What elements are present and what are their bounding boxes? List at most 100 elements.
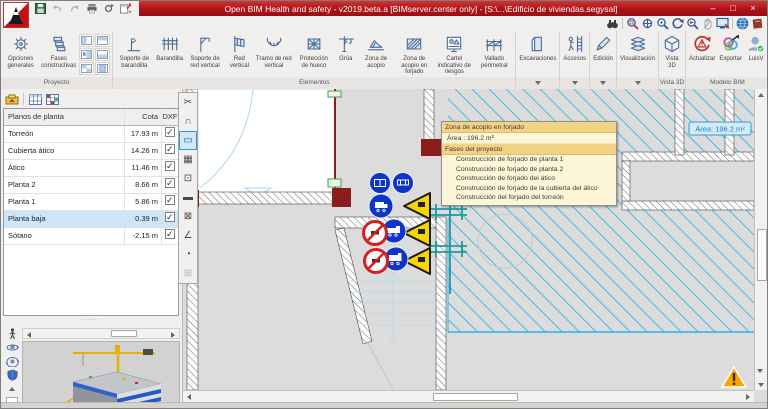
maximize-button[interactable]: □ <box>723 2 743 15</box>
table-row-selected[interactable]: Planta baja 0.39 m <box>4 209 178 228</box>
close-button[interactable]: × <box>743 2 763 15</box>
scroll-right-icon[interactable] <box>171 331 175 338</box>
dxf-checkbox[interactable] <box>165 209 175 225</box>
walk-person-icon[interactable] <box>4 327 20 341</box>
dxf-checkbox[interactable] <box>165 226 175 242</box>
horizontal-scroll-thumb[interactable] <box>433 392 518 401</box>
zoom-all-icon[interactable] <box>655 17 670 31</box>
cartel-riesgos-button[interactable]: Cartel indicativo de riesgos <box>434 32 474 77</box>
panel-splitter[interactable]: ⋅⋅⋅⋅⋅ <box>1 317 179 326</box>
visualizacion-button[interactable]: Visualización <box>618 32 657 64</box>
railing-support-marker[interactable] <box>327 90 342 98</box>
excavaciones-button[interactable]: Excavaciones <box>517 32 558 64</box>
scroll-right-icon[interactable] <box>746 393 750 400</box>
3d-preview-scrollbar[interactable] <box>22 328 180 339</box>
redo-icon[interactable] <box>67 3 82 15</box>
vista-3d-button[interactable]: Vista 3D <box>660 32 684 70</box>
ortho-icon[interactable]: ⊡ <box>179 169 197 188</box>
table-row[interactable]: Cubierta ático 14.26 m <box>4 141 178 160</box>
view-split-4-icon[interactable] <box>95 48 111 61</box>
minimize-button[interactable]: – <box>703 2 723 15</box>
edicion-button[interactable]: Edición <box>591 32 615 64</box>
fases-constructivas-button[interactable]: Fases constructivas <box>39 32 78 70</box>
zoom-window-icon[interactable] <box>625 17 640 31</box>
column-header-dxf[interactable]: DXF <box>162 109 178 125</box>
exportar-button[interactable]: Exportar <box>717 32 744 64</box>
zoom-extents-icon[interactable] <box>640 17 655 31</box>
export-window-icon[interactable] <box>118 3 133 15</box>
references-icon[interactable]: ⊞ <box>179 264 197 283</box>
redraw-icon[interactable] <box>670 17 685 31</box>
notification-dropdown[interactable] <box>757 369 763 391</box>
edit-tools-icon[interactable]: ✂ <box>179 93 197 112</box>
soporte-barandilla-button[interactable]: Soporte de barandilla <box>114 32 154 70</box>
dimension-bar-icon[interactable]: ▬ <box>179 188 197 207</box>
visualizacion-dropdown[interactable] <box>617 77 658 89</box>
dxf-checkbox[interactable] <box>165 124 175 140</box>
3d-model-viewport[interactable] <box>22 341 180 408</box>
accesos-dropdown[interactable] <box>560 77 590 89</box>
table-row[interactable]: Torreón 17.93 m <box>4 124 178 143</box>
actualizar-button[interactable]: Actualizar <box>687 32 717 64</box>
zona-acopio-forjado-button[interactable]: Zona de acopio en forjado <box>394 32 434 77</box>
table-row[interactable]: Ático 11.46 m <box>4 158 178 177</box>
barandilla-button[interactable]: Barandilla <box>154 32 185 64</box>
tramo-red-vertical-button[interactable]: Tramo de red vertical <box>254 32 294 70</box>
snap-magnet-icon[interactable]: ∩ <box>179 112 197 131</box>
vertical-scrollbar[interactable] <box>754 89 767 390</box>
dimension-box-icon[interactable]: ⊠ <box>179 207 197 226</box>
plans-drawer-icon[interactable] <box>3 92 20 107</box>
dxf-template-manage-icon[interactable] <box>44 92 61 107</box>
zoom-previous-icon[interactable] <box>685 17 700 31</box>
grua-button[interactable]: Grúa <box>334 32 358 64</box>
table-row[interactable]: Planta 2 8.66 m <box>4 175 178 194</box>
vertical-scroll-thumb[interactable] <box>756 229 767 281</box>
print-icon[interactable] <box>84 3 99 15</box>
red-vertical-button[interactable]: Red vertical <box>225 32 254 70</box>
table-row[interactable]: Planta 1 5.86 m <box>4 192 178 211</box>
orbit-view-icon[interactable] <box>4 341 20 355</box>
orbit-object-icon[interactable] <box>4 355 20 369</box>
shield-protections-icon[interactable] <box>4 368 20 382</box>
refresh-gear-icon[interactable] <box>101 3 116 15</box>
view-split-3-icon[interactable] <box>79 48 95 61</box>
dxf-checkbox[interactable] <box>165 175 175 191</box>
fit-screen-icon[interactable] <box>715 17 730 31</box>
horizontal-scrollbar[interactable] <box>183 390 754 402</box>
save-icon[interactable] <box>33 3 48 15</box>
dxf-checkbox[interactable] <box>165 141 175 157</box>
app-icon[interactable] <box>3 2 29 28</box>
dxf-template-table-icon[interactable] <box>27 92 44 107</box>
find-binoculars-icon[interactable] <box>605 17 620 31</box>
grid-icon[interactable]: ▦ <box>179 150 197 169</box>
soporte-red-vertical-button[interactable]: Soporte de red vertical <box>185 32 225 70</box>
column-header-name[interactable]: Planos de planta <box>4 109 125 125</box>
proteccion-hueco-button[interactable]: Protección de hueco <box>294 32 334 70</box>
warning-notification[interactable] <box>721 365 747 389</box>
slope-icon[interactable]: ∠ <box>179 226 197 245</box>
phase-clock-icon[interactable]: ◔ <box>179 245 197 264</box>
user-luisv-button[interactable]: LuisV <box>744 32 767 64</box>
zoom-slider-up[interactable] <box>4 382 20 396</box>
pan-icon[interactable] <box>700 17 715 31</box>
accesos-button[interactable]: Accesos <box>561 32 588 64</box>
scroll-up-icon[interactable] <box>758 92 764 97</box>
vallado-perimetral-button[interactable]: Vallado perimetral <box>474 32 514 70</box>
edicion-dropdown[interactable] <box>590 77 617 89</box>
help-book-icon[interactable] <box>750 17 765 31</box>
view-split-6-icon[interactable] <box>95 62 111 75</box>
scroll-left-icon[interactable] <box>187 393 191 400</box>
view-split-1-icon[interactable] <box>79 34 95 47</box>
scroll-thumb[interactable] <box>111 330 137 337</box>
bimserver-globe-icon[interactable] <box>735 17 750 31</box>
dxf-checkbox[interactable] <box>165 192 175 208</box>
undo-icon[interactable] <box>50 3 65 15</box>
column-header-cota[interactable]: Cota <box>125 109 162 125</box>
view-split-5-icon[interactable] <box>79 62 95 75</box>
railing-support-marker[interactable] <box>327 178 342 188</box>
excavaciones-dropdown[interactable] <box>516 77 560 89</box>
scroll-left-icon[interactable] <box>27 331 31 338</box>
opciones-generales-button[interactable]: Opciones generales <box>2 32 39 70</box>
view-split-2-icon[interactable] <box>95 34 111 47</box>
selection-box-icon[interactable]: ▭ <box>179 131 197 150</box>
